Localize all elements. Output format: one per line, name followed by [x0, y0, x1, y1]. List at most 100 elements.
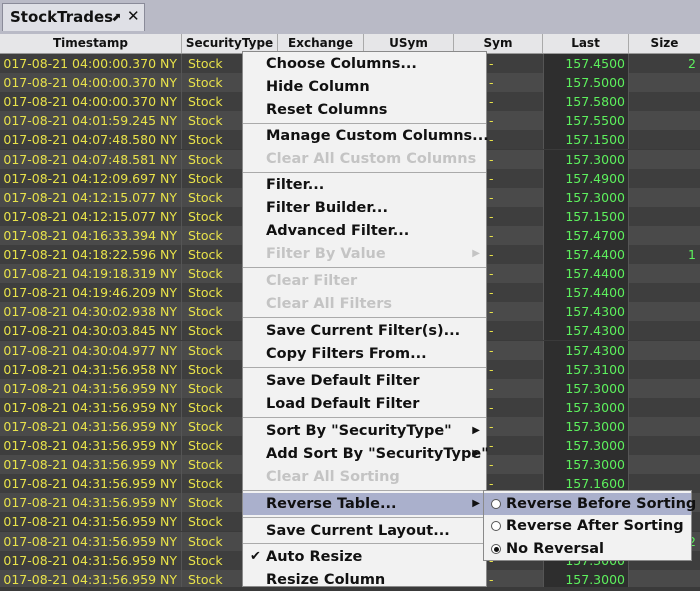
cell-securitytype[interactable]: Stock — [182, 512, 244, 532]
cell-size[interactable] — [629, 264, 700, 283]
cell-size[interactable] — [629, 92, 700, 111]
cell-last[interactable]: 157.1500 — [543, 206, 629, 226]
cell-timestamp[interactable]: 017-08-21 04:19:46.209 NY — [0, 283, 182, 303]
cell-last[interactable]: 157.3000 — [543, 378, 629, 398]
cell-size[interactable] — [629, 360, 700, 379]
cell-timestamp[interactable]: 017-08-21 04:31:56.959 NY — [0, 455, 182, 475]
menu-item-filter-builder[interactable]: Filter Builder... — [243, 197, 486, 219]
cell-sym[interactable]: - — [486, 379, 543, 398]
cell-last[interactable]: 157.3000 — [543, 397, 629, 417]
cell-size[interactable] — [629, 436, 700, 455]
menu-item-advanced-filter[interactable]: Advanced Filter... — [243, 220, 486, 242]
cell-size[interactable]: 2 — [629, 54, 700, 73]
cell-securitytype[interactable]: Stock — [182, 550, 244, 570]
cell-size[interactable] — [629, 226, 700, 245]
cell-last[interactable]: 157.4300 — [543, 321, 629, 341]
cell-last[interactable]: 157.3000 — [543, 149, 629, 169]
cell-size[interactable] — [629, 302, 700, 321]
cell-timestamp[interactable]: 017-08-21 04:07:48.581 NY — [0, 149, 182, 169]
menu-item-add-sort-by-securitytype[interactable]: Add Sort By "SecurityType" ▶ — [243, 443, 489, 465]
cell-securitytype[interactable]: Stock — [182, 245, 244, 264]
cell-timestamp[interactable]: 017-08-21 04:12:09.697 NY — [0, 168, 182, 188]
cell-size[interactable] — [629, 150, 700, 169]
cell-timestamp[interactable]: 017-08-21 04:31:56.958 NY — [0, 359, 182, 379]
cell-last[interactable]: 157.4400 — [543, 283, 629, 303]
cell-securitytype[interactable]: Stock — [182, 397, 244, 417]
cell-last[interactable]: 157.4400 — [543, 245, 629, 264]
cell-size[interactable] — [629, 188, 700, 207]
cell-last[interactable]: 157.3000 — [543, 187, 629, 207]
cell-timestamp[interactable]: 017-08-21 04:31:56.959 NY — [0, 378, 182, 398]
cell-last[interactable]: 157.5500 — [543, 111, 629, 131]
cell-size[interactable] — [629, 321, 700, 340]
cell-timestamp[interactable]: 017-08-21 04:31:56.959 NY — [0, 436, 182, 455]
cell-securitytype[interactable]: Stock — [182, 416, 244, 436]
cell-size[interactable] — [629, 570, 700, 587]
submenu-item-reverse-before-sorting[interactable]: Reverse Before Sorting — [484, 493, 696, 515]
cell-securitytype[interactable]: Stock — [182, 340, 244, 360]
cell-securitytype[interactable]: Stock — [182, 92, 244, 112]
cell-sym[interactable]: - — [486, 150, 543, 169]
cell-sym[interactable]: - — [486, 54, 543, 73]
cell-sym[interactable]: - — [486, 92, 543, 111]
radio-icon[interactable] — [491, 544, 501, 554]
cell-timestamp[interactable]: 017-08-21 04:30:03.845 NY — [0, 321, 182, 341]
cell-securitytype[interactable]: Stock — [182, 321, 244, 341]
cell-size[interactable] — [629, 341, 700, 360]
cell-timestamp[interactable]: 017-08-21 04:31:56.959 NY — [0, 397, 182, 417]
cell-sym[interactable]: - — [486, 188, 543, 207]
cell-sym[interactable]: - — [486, 226, 543, 245]
cell-timestamp[interactable]: 017-08-21 04:30:02.938 NY — [0, 302, 182, 322]
menu-item-choose-columns[interactable]: Choose Columns... — [243, 53, 486, 75]
cell-last[interactable]: 157.3000 — [543, 569, 629, 587]
cell-securitytype[interactable]: Stock — [182, 455, 244, 475]
cell-timestamp[interactable]: 017-08-21 04:00:00.370 NY — [0, 73, 182, 93]
cell-securitytype[interactable]: Stock — [182, 225, 244, 245]
menu-item-hide-column[interactable]: Hide Column — [243, 76, 486, 98]
cell-size[interactable]: 1 — [629, 245, 700, 264]
cell-size[interactable] — [629, 111, 700, 130]
menu-item-save-current-layout[interactable]: Save Current Layout... — [243, 520, 486, 542]
cell-last[interactable]: 157.4300 — [543, 340, 629, 360]
cell-securitytype[interactable]: Stock — [182, 569, 244, 587]
menu-item-sort-by-securitytype[interactable]: Sort By "SecurityType" ▶ — [243, 420, 486, 442]
cell-size[interactable] — [629, 207, 700, 226]
close-icon[interactable]: ✕ — [127, 7, 140, 25]
cell-securitytype[interactable]: Stock — [182, 206, 244, 226]
menu-item-filter[interactable]: Filter... — [243, 174, 486, 196]
cell-sym[interactable]: - — [486, 130, 543, 149]
cell-timestamp[interactable]: 017-08-21 04:31:56.959 NY — [0, 531, 182, 551]
cell-sym[interactable]: - — [486, 321, 543, 340]
cell-sym[interactable]: - — [486, 302, 543, 321]
menu-item-resize-column[interactable]: Resize Column — [243, 569, 486, 591]
cell-sym[interactable]: - — [486, 283, 543, 302]
cell-size[interactable] — [629, 455, 700, 474]
cell-size[interactable] — [629, 417, 700, 436]
cell-last[interactable]: 157.5800 — [543, 92, 629, 112]
menu-item-save-default-filter[interactable]: Save Default Filter — [243, 370, 486, 392]
cell-sym[interactable]: - — [486, 570, 543, 587]
header-timestamp[interactable]: Timestamp — [0, 34, 182, 53]
cell-timestamp[interactable]: 017-08-21 04:00:00.370 NY — [0, 92, 182, 112]
cell-securitytype[interactable]: Stock — [182, 359, 244, 379]
cell-last[interactable]: 157.3000 — [543, 416, 629, 436]
cell-sym[interactable]: - — [486, 73, 543, 92]
cell-last[interactable]: 157.4500 — [543, 54, 629, 73]
cell-last[interactable]: 157.1500 — [543, 130, 629, 150]
pin-icon[interactable]: ⬈ — [111, 10, 121, 24]
cell-last[interactable]: 157.3000 — [543, 436, 629, 455]
menu-item-auto-resize[interactable]: Auto Resize ✔ — [243, 546, 486, 568]
cell-securitytype[interactable]: Stock — [182, 130, 244, 150]
cell-timestamp[interactable]: 017-08-21 04:30:04.977 NY — [0, 340, 182, 360]
cell-securitytype[interactable]: Stock — [182, 187, 244, 207]
cell-timestamp[interactable]: 017-08-21 04:31:56.959 NY — [0, 493, 182, 513]
cell-timestamp[interactable]: 017-08-21 04:16:33.394 NY — [0, 225, 182, 245]
cell-size[interactable] — [629, 379, 700, 398]
submenu-item-reverse-after-sorting[interactable]: Reverse After Sorting — [484, 515, 691, 537]
cell-securitytype[interactable]: Stock — [182, 73, 244, 93]
cell-sym[interactable]: - — [486, 207, 543, 226]
cell-sym[interactable]: - — [486, 264, 543, 283]
cell-timestamp[interactable]: 017-08-21 04:31:56.959 NY — [0, 569, 182, 587]
cell-timestamp[interactable]: 017-08-21 04:31:56.959 NY — [0, 474, 182, 494]
cell-sym[interactable]: - — [486, 436, 543, 455]
